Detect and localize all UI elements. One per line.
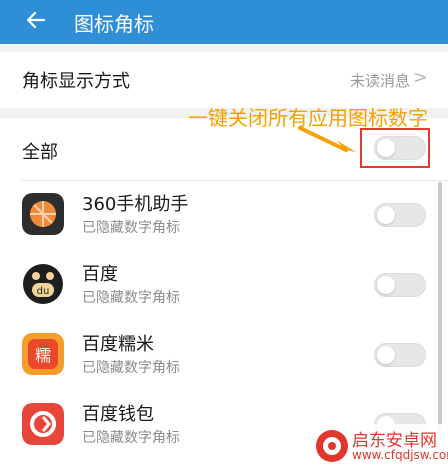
app-status: 已隐藏数字角标 (82, 360, 180, 376)
app-status: 已隐藏数字角标 (82, 220, 180, 236)
toggle-knob (377, 276, 395, 294)
top-app-bar: 图标角标 (0, 0, 448, 44)
scrollbar[interactable] (438, 182, 442, 432)
app-toggle[interactable] (374, 203, 426, 227)
watermark: 启东安卓网 www.cfqdjsw.com (308, 424, 448, 468)
annotation-arrow-icon (298, 126, 356, 152)
svg-text:du: du (37, 286, 50, 297)
icon-text: 糯 (35, 346, 51, 365)
badge-style-label: 角标显示方式 (22, 71, 130, 92)
page-title: 图标角标 (74, 12, 154, 36)
toggle-knob (377, 346, 395, 364)
app-toggle[interactable] (374, 273, 426, 297)
annotation-highlight-box (360, 128, 430, 168)
back-arrow-icon[interactable] (24, 8, 48, 32)
app-toggle[interactable] (374, 343, 426, 367)
list-item[interactable]: 360手机助手 已隐藏数字角标 (0, 180, 448, 250)
chevron-right-icon: > (412, 67, 428, 88)
app-status: 已隐藏数字角标 (82, 430, 180, 446)
app-name: 百度钱包 (82, 404, 154, 425)
app-name: 百度 (82, 264, 118, 285)
app-name: 360手机助手 (82, 194, 189, 215)
baidu-nuomi-icon: 糯 (22, 333, 64, 375)
list-item[interactable]: du 百度 已隐藏数字角标 (0, 250, 448, 320)
list-item[interactable]: 糯 百度糯米 已隐藏数字角标 (0, 320, 448, 390)
360-assistant-icon (22, 193, 64, 235)
watermark-url: www.cfqdjsw.com (352, 448, 448, 462)
badge-style-row[interactable]: 角标显示方式 未读消息 > (0, 52, 448, 108)
badge-style-value: 未读消息 (349, 72, 410, 90)
app-name: 百度糯米 (82, 334, 154, 355)
app-list-card: 全部 360手机助手 已隐藏数字角标 du 百度 已隐藏数字角标 糯 百度糯米 … (0, 118, 448, 468)
all-label: 全部 (22, 142, 58, 163)
baidu-wallet-icon (22, 403, 64, 445)
baidu-icon: du (23, 264, 63, 304)
site-logo-icon (316, 430, 348, 462)
app-status: 已隐藏数字角标 (82, 290, 180, 306)
toggle-knob (377, 206, 395, 224)
